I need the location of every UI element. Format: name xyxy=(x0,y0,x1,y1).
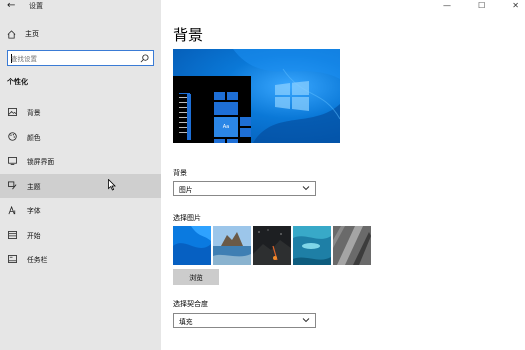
tile xyxy=(227,139,238,143)
maximize-icon[interactable]: ☐ xyxy=(478,0,485,14)
mouse-cursor-icon xyxy=(108,179,116,191)
app-title: 设置 xyxy=(29,2,43,10)
home-label: 主页 xyxy=(25,30,39,38)
sidebar-item-start[interactable]: 开始 xyxy=(0,223,161,248)
thumbnail-bw-texture[interactable] xyxy=(333,226,371,265)
taskbar-icon xyxy=(8,255,17,264)
home-link[interactable]: 主页 xyxy=(7,28,39,40)
start-icon xyxy=(8,230,17,239)
desktop-preview: Aa xyxy=(173,49,340,143)
tile xyxy=(214,102,238,115)
search-icon[interactable] xyxy=(140,54,149,63)
home-icon xyxy=(7,29,16,39)
lock-screen-icon xyxy=(8,157,17,166)
search-input[interactable] xyxy=(11,53,136,64)
sidebar-item-background[interactable]: 背景 xyxy=(0,100,161,125)
sidebar-item-themes[interactable]: 主题 xyxy=(0,173,161,198)
tile xyxy=(214,92,225,100)
chevron-down-icon xyxy=(302,318,310,323)
tile xyxy=(214,139,225,143)
chevron-down-icon xyxy=(302,186,310,191)
back-arrow-icon[interactable]: ← xyxy=(7,0,15,12)
fit-label: 选择契合度 xyxy=(173,300,208,308)
tile xyxy=(227,92,238,100)
background-dropdown-value: 图片 xyxy=(179,185,193,194)
tile xyxy=(240,117,251,126)
section-heading: 个性化 xyxy=(7,78,28,86)
sidebar-item-lock-screen[interactable]: 锁屏界面 xyxy=(0,149,161,174)
window-controls: — ☐ ✕ xyxy=(435,0,525,14)
sidebar-item-label: 开始 xyxy=(27,231,41,240)
sidebar-nav: 背景 颜色 锁屏界面 主题 字体 开始 任务栏 xyxy=(0,100,161,272)
title-bar: ← 设置 xyxy=(0,0,161,14)
choose-picture-label: 选择图片 xyxy=(173,214,201,222)
picture-icon xyxy=(8,108,17,117)
minimize-icon[interactable]: — xyxy=(443,0,451,14)
background-dropdown[interactable]: 图片 xyxy=(173,181,316,196)
brush-icon xyxy=(8,181,17,190)
fit-dropdown-value: 填充 xyxy=(179,317,193,326)
sidebar-item-label: 颜色 xyxy=(27,133,41,142)
font-icon xyxy=(8,205,16,214)
thumbnail-underwater[interactable] xyxy=(293,226,331,265)
main-content: — ☐ ✕ 背景 Aa 背景 图片 选择图片 浏览 选择契合度 填充 xyxy=(161,0,525,350)
sidebar-item-label: 锁屏界面 xyxy=(27,158,55,167)
tile-label: Aa xyxy=(214,117,238,137)
fit-dropdown[interactable]: 填充 xyxy=(173,313,316,328)
background-label: 背景 xyxy=(173,169,187,177)
sidebar-item-label: 主题 xyxy=(27,182,41,191)
thumbnail-night-sky[interactable] xyxy=(253,226,291,265)
sidebar-item-label: 背景 xyxy=(27,109,41,118)
windows-logo-icon xyxy=(275,81,309,111)
palette-icon xyxy=(8,132,17,141)
sidebar-item-colors[interactable]: 颜色 xyxy=(0,125,161,150)
thumbnail-beach-rocks[interactable] xyxy=(213,226,251,265)
page-title: 背景 xyxy=(173,26,204,44)
side-strip xyxy=(187,94,191,140)
tile xyxy=(240,128,251,137)
picture-thumbnails xyxy=(173,226,371,265)
start-menu-preview: Aa xyxy=(173,76,251,143)
sidebar-item-fonts[interactable]: 字体 xyxy=(0,198,161,223)
browse-button[interactable]: 浏览 xyxy=(173,269,219,285)
sidebar-item-label: 任务栏 xyxy=(27,256,48,265)
search-box[interactable] xyxy=(7,50,154,66)
sidebar: ← 设置 主页 个性化 背景 颜色 xyxy=(0,0,161,350)
sidebar-item-label: 字体 xyxy=(27,207,41,216)
close-icon[interactable]: ✕ xyxy=(512,0,519,14)
thumbnail-windows-blue[interactable] xyxy=(173,226,211,265)
sidebar-item-taskbar[interactable]: 任务栏 xyxy=(0,247,161,272)
